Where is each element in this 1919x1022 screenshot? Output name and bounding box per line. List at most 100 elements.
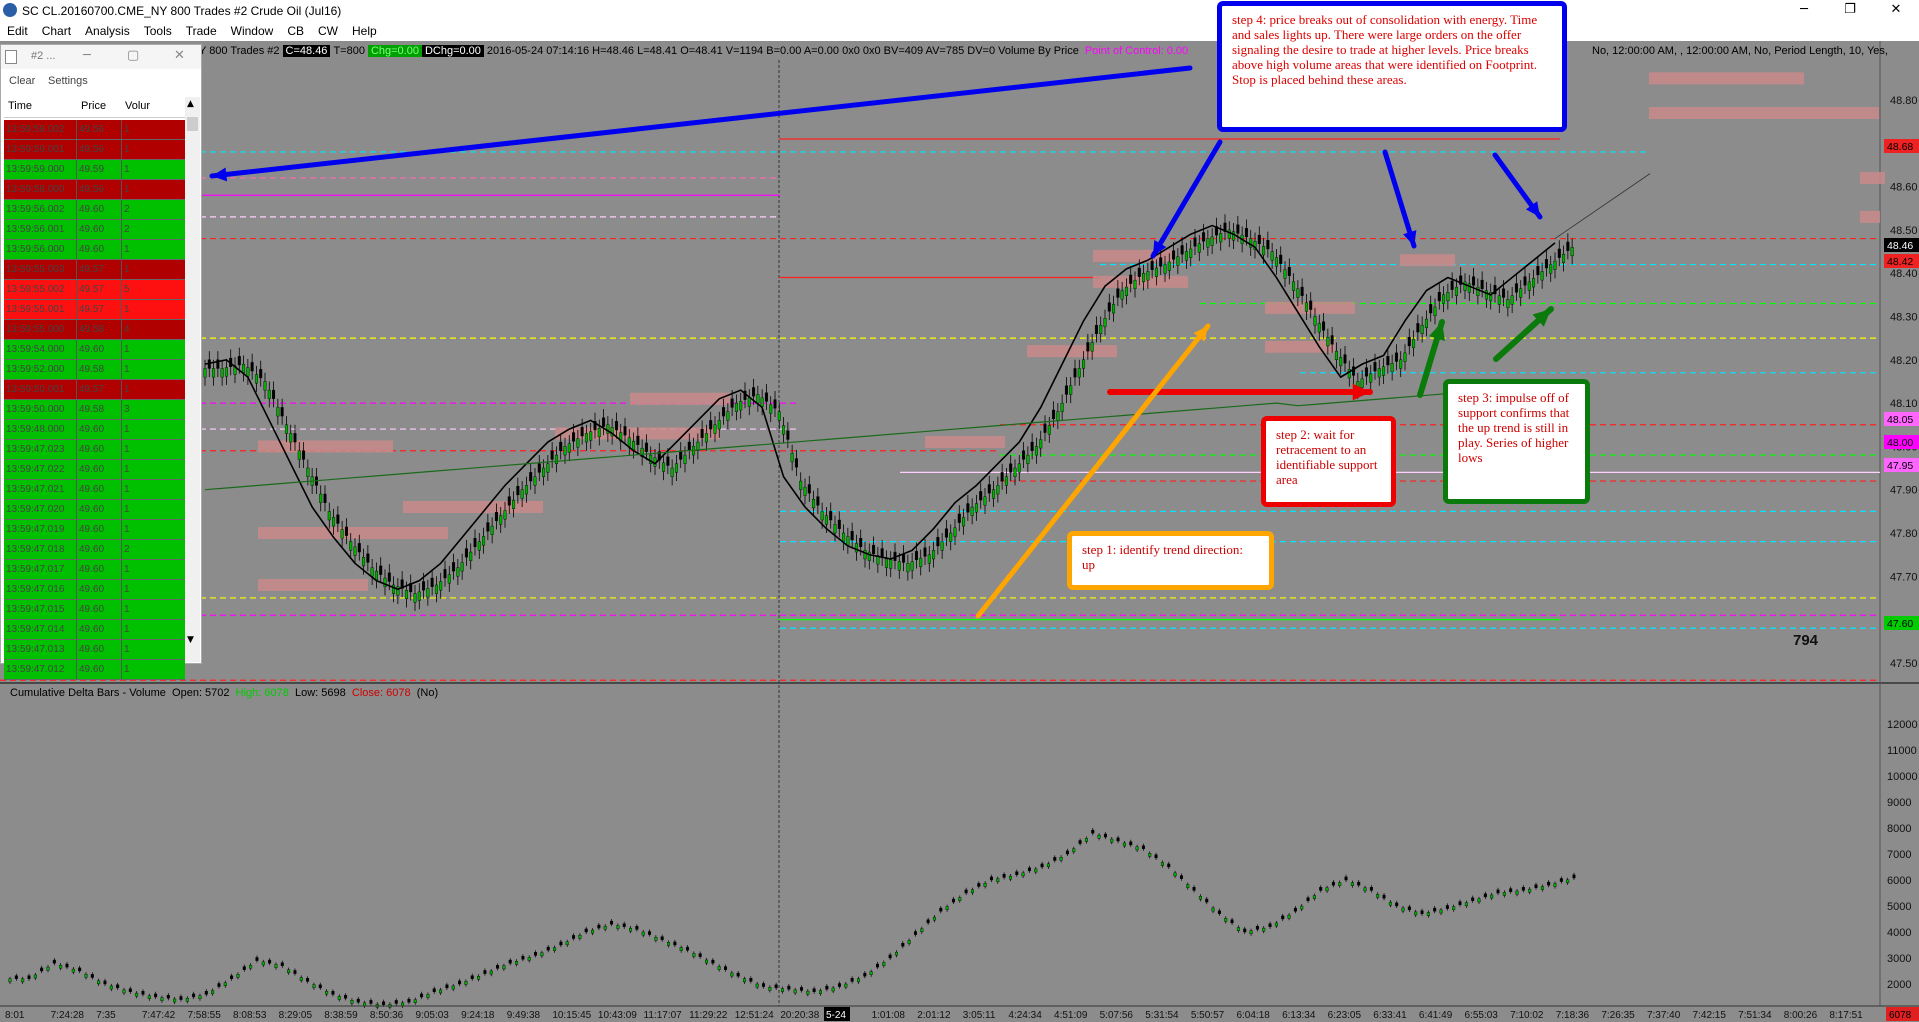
price-candle (1047, 425, 1051, 435)
delta-candle (553, 947, 557, 951)
scroll-up-icon[interactable]: ▲ (187, 99, 194, 109)
tas-time: 13:59:55.002 (6, 284, 65, 295)
delta-candle (850, 978, 854, 982)
tas-volume: 1 (124, 524, 130, 535)
menu-analysis[interactable]: Analysis (78, 21, 137, 38)
menu-edit[interactable]: Edit (0, 21, 35, 38)
time-tick-label: 6:41:49 (1419, 1010, 1453, 1021)
tas-time: 13:59:47.021 (6, 484, 65, 495)
volume-zone (925, 436, 1005, 449)
tas-row: 13:59:55.003 49.57 1 (4, 260, 185, 280)
tas-col-time[interactable]: Time (8, 100, 32, 112)
price-candle (910, 561, 914, 571)
price-candle (1446, 292, 1450, 302)
delta-candle (875, 963, 879, 968)
tas-minimize-button[interactable]: ─ (83, 48, 91, 63)
tas-price: 49.60 (79, 564, 105, 575)
delta-tick-label: 6000 (1887, 875, 1911, 887)
chart-area[interactable]: 48.8048.7048.6048.5048.4048.3048.2048.10… (0, 41, 1919, 1022)
price-candle (1553, 260, 1557, 270)
delta-candle (420, 993, 424, 998)
price-candle (1377, 368, 1381, 378)
price-candle (777, 411, 781, 421)
price-candle (722, 407, 726, 417)
delta-candle (1141, 845, 1145, 849)
delta-candle (654, 937, 658, 941)
time-tick-label: 7:51:34 (1738, 1010, 1772, 1021)
price-candle (726, 411, 730, 421)
tas-volume: 1 (124, 624, 130, 635)
tas-time: 13:59:47.016 (6, 584, 65, 595)
tas-settings-button[interactable]: Settings (48, 75, 88, 87)
delta-candle (736, 972, 740, 977)
price-candle (812, 499, 816, 509)
price-candle (970, 506, 974, 516)
price-tick-label: 48.20 (1890, 355, 1918, 367)
delta-candle (1426, 912, 1430, 916)
delta-candle (299, 977, 303, 981)
time-and-sales-window[interactable]: #2 ... ─ ▢ ✕ Clear Settings Time Price V… (0, 44, 202, 680)
delta-candle (268, 959, 272, 964)
price-tick-label: 47.50 (1890, 658, 1918, 670)
delta-candle (565, 941, 569, 946)
delta-tick-label: 11000 (1887, 745, 1917, 757)
tas-maximize-button[interactable]: ▢ (127, 48, 139, 63)
tas-rows: 13:59:59.002 49.56 1 13:59:59.001 49.56 1 13:5… (4, 120, 185, 680)
volume-zone (1093, 275, 1188, 288)
price-candle (867, 551, 871, 561)
delta-candle (1306, 897, 1310, 901)
tas-price: 49.57 (79, 264, 105, 275)
note-step-2: step 2: wait for retracement to an ident… (1261, 416, 1396, 507)
price-tick-label: 48.60 (1890, 182, 1918, 194)
price-candle (374, 570, 378, 580)
tas-time: 13:59:58.000 (6, 184, 65, 195)
tas-time: 13:59:54.000 (6, 344, 65, 355)
delta-candle (1566, 879, 1570, 884)
chart-status-right: No, 12:00:00 AM, , 12:00:00 AM, No, Peri… (1592, 45, 1888, 57)
close-button[interactable]: ✕ (1873, 0, 1919, 21)
delta-tick-label: 10000 (1887, 771, 1918, 783)
time-tick-label: 8:17:51 (1829, 1010, 1863, 1021)
delta-candle (141, 991, 145, 995)
delta-candle (1483, 893, 1487, 898)
delta-candle (863, 972, 867, 977)
menu-help[interactable]: Help (345, 21, 384, 38)
delta-candle (667, 942, 671, 946)
price-candle (790, 453, 794, 463)
tas-close-button[interactable]: ✕ (174, 48, 185, 63)
price-candle (1549, 264, 1553, 274)
tas-clear-button[interactable]: Clear (9, 75, 35, 87)
menu-trade[interactable]: Trade (179, 21, 224, 38)
price-candle (799, 480, 803, 490)
price-candle (1206, 238, 1210, 248)
menu-cb[interactable]: CB (280, 21, 311, 38)
menu-chart[interactable]: Chart (35, 21, 78, 38)
tas-volume: 1 (124, 664, 130, 675)
price-candle (1266, 240, 1270, 250)
volume-zone (1265, 340, 1335, 353)
delta-candle (1534, 884, 1538, 888)
tas-row: 13:59:47.018 49.60 2 (4, 540, 185, 560)
tas-volume: 1 (124, 564, 130, 575)
tas-col-price[interactable]: Price (81, 100, 106, 112)
price-candle (379, 565, 383, 575)
delta-candle (1445, 905, 1449, 909)
price-candle (1313, 316, 1317, 326)
price-candle (1373, 362, 1377, 372)
scroll-down-icon[interactable]: ▼ (187, 635, 194, 645)
price-candle (512, 499, 516, 509)
restore-button[interactable]: ❐ (1827, 0, 1873, 21)
price-candle (1004, 476, 1008, 486)
menu-window[interactable]: Window (224, 21, 281, 38)
menu-cw[interactable]: CW (311, 21, 345, 38)
tas-scrollbar[interactable]: ▲ ▼ (185, 97, 200, 662)
tas-title-bar[interactable]: #2 ... ─ ▢ ✕ (1, 45, 201, 69)
minimize-button[interactable]: ─ (1781, 0, 1827, 21)
delta-candle (1027, 867, 1031, 872)
menu-tools[interactable]: Tools (137, 21, 179, 38)
delta-candle (856, 978, 860, 983)
delta-candle (521, 955, 525, 960)
delta-candle (641, 931, 645, 936)
scroll-thumb[interactable] (187, 117, 198, 131)
tas-col-volume[interactable]: Volur (125, 100, 150, 112)
